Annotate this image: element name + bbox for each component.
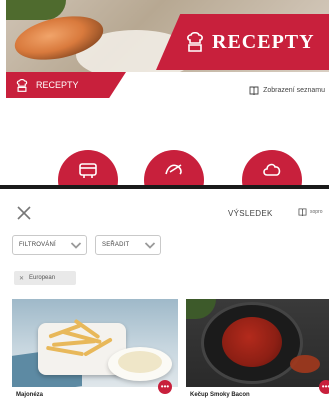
- cloud-icon: [263, 163, 281, 176]
- more-icon: •••: [160, 382, 170, 391]
- category-dough[interactable]: [144, 150, 204, 185]
- sort-dropdown[interactable]: SEŘADIT: [95, 235, 161, 255]
- list-view-button[interactable]: Zobrazení seznamu: [249, 86, 325, 95]
- category-cloud[interactable]: [242, 150, 302, 185]
- tab-recepty-label: RECEPTY: [36, 80, 79, 90]
- recipe-title: Majonéza: [16, 392, 44, 398]
- recipe-image: [12, 299, 178, 387]
- mayonnaise: [118, 351, 162, 373]
- chevron-down-icon: [70, 242, 82, 249]
- recipe-results-screen: VÝSLEDEK sopro FILTROVÁNÍ SEŘADIT ✕ Euro…: [6, 189, 329, 407]
- results-title: VÝSLEDEK: [228, 209, 273, 218]
- book-icon: [249, 86, 259, 95]
- hero-title-banner: RECEPTY: [156, 14, 329, 70]
- active-filter-label: European: [29, 275, 56, 281]
- open-list-button[interactable]: sopro: [298, 208, 323, 216]
- book-icon: [298, 208, 307, 216]
- chevron-down-icon: [144, 242, 156, 249]
- category-scale[interactable]: [58, 150, 118, 185]
- filter-dropdown-label: FILTROVÁNÍ: [19, 242, 56, 248]
- recipe-card[interactable]: Majonéza •••: [12, 299, 178, 407]
- close-icon[interactable]: [16, 205, 32, 221]
- open-list-label: sopro: [310, 209, 323, 215]
- more-options-button[interactable]: •••: [319, 380, 329, 394]
- more-icon: •••: [321, 382, 329, 391]
- recipes-home-screen: RECEPTY RECEPTY Zobrazení seznamu: [0, 0, 329, 185]
- recipe-image: [186, 299, 329, 387]
- herb-garnish: [186, 299, 216, 319]
- list-view-label: Zobrazení seznamu: [263, 87, 325, 94]
- section-bar: RECEPTY Zobrazení seznamu: [6, 72, 329, 98]
- hero-title: RECEPTY: [212, 30, 315, 53]
- spice-pile: [290, 355, 320, 373]
- ketchup-sauce: [222, 317, 282, 367]
- scale-icon: [79, 163, 97, 178]
- chef-hat-icon: [16, 78, 28, 92]
- remove-filter-icon[interactable]: ✕: [19, 275, 24, 282]
- tab-recepty[interactable]: RECEPTY: [6, 72, 126, 98]
- hero-banner-image: RECEPTY: [6, 0, 329, 72]
- active-filter-chip[interactable]: ✕ European: [14, 271, 76, 285]
- sort-dropdown-label: SEŘADIT: [102, 242, 130, 248]
- chef-icon: [165, 164, 182, 175]
- category-row: [6, 98, 329, 185]
- more-options-button[interactable]: •••: [158, 380, 172, 394]
- filter-dropdown[interactable]: FILTROVÁNÍ: [12, 235, 87, 255]
- recipe-card[interactable]: Kečup Smoky Bacon •••: [186, 299, 329, 407]
- recipe-title: Kečup Smoky Bacon: [190, 392, 250, 398]
- chef-hat-icon: [187, 32, 203, 52]
